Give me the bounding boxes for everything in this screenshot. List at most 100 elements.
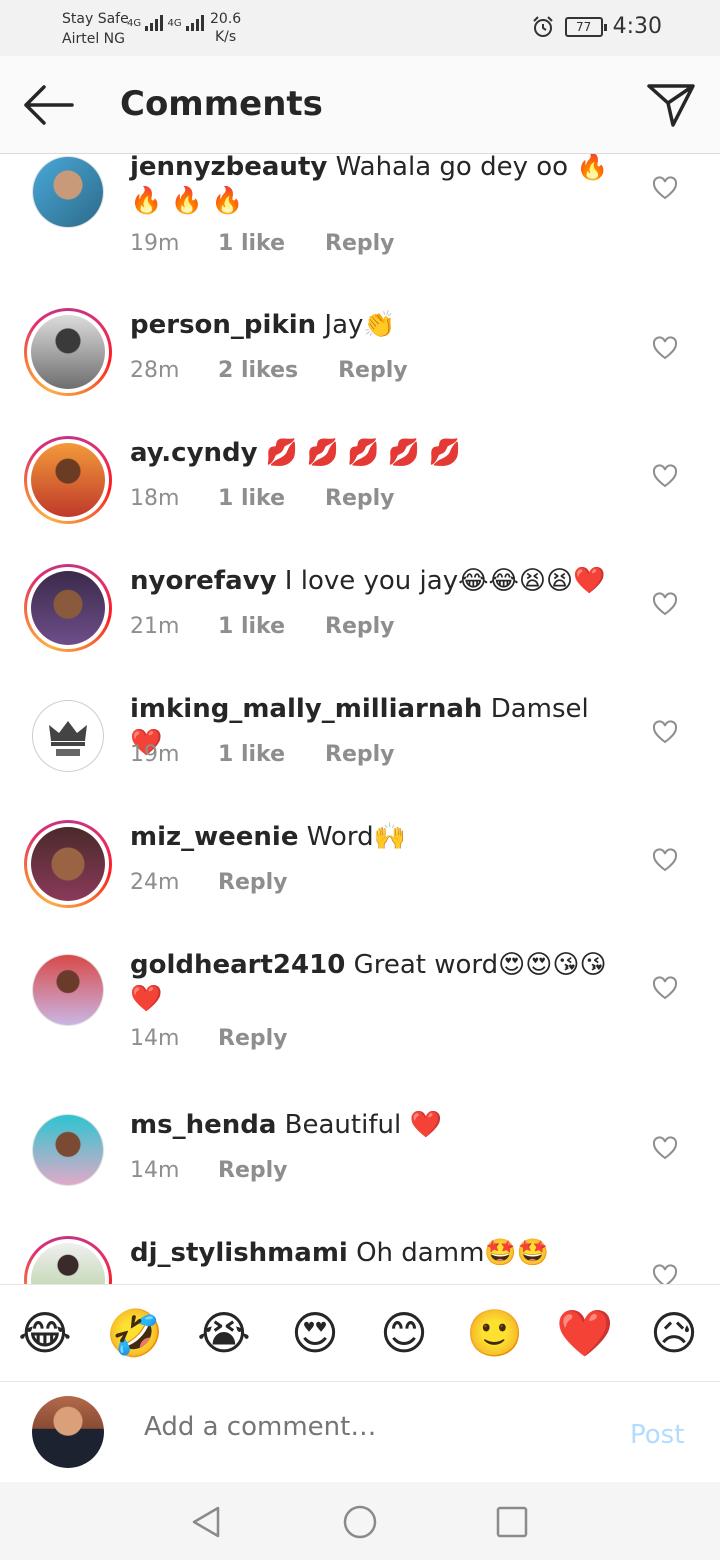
- status-bar: Stay Safe Airtel NG 4G 4G 20.6 K/s 77 4:…: [0, 0, 720, 56]
- reply-button[interactable]: Reply: [338, 358, 408, 383]
- reply-button[interactable]: Reply: [325, 486, 395, 511]
- reply-button[interactable]: Reply: [218, 1026, 288, 1051]
- comment-text: jennyzbeauty Wahala go dey oo 🔥 🔥 🔥 🔥: [130, 154, 610, 218]
- emoji-button[interactable]: 😊: [376, 1305, 432, 1361]
- like-heart-icon[interactable]: [652, 176, 678, 200]
- post-button[interactable]: Post: [630, 1420, 684, 1450]
- comment-time: 14m: [130, 1158, 180, 1183]
- emoji-button[interactable]: ❤️: [556, 1305, 613, 1361]
- comment-body: Oh damm🤩🤩: [356, 1238, 550, 1268]
- speed-unit: K/s: [214, 29, 237, 45]
- avatar[interactable]: [24, 436, 112, 524]
- comment-time: 24m: [130, 870, 180, 895]
- comment-meta: 21m 1 like Reply: [130, 614, 395, 639]
- comment-meta: 28m 2 likes Reply: [130, 358, 408, 383]
- carrier-line1: Stay Safe: [62, 11, 129, 27]
- reply-button[interactable]: Reply: [325, 742, 395, 767]
- reply-button[interactable]: Reply: [218, 1158, 288, 1183]
- reply-button[interactable]: Reply: [325, 231, 395, 256]
- reply-button[interactable]: Reply: [218, 870, 288, 895]
- comment-meta: 14m Reply: [130, 1026, 288, 1051]
- comment-username[interactable]: imking_mally_milliarnah: [130, 694, 482, 724]
- comment-likes[interactable]: 2 likes: [218, 358, 298, 383]
- comment-body: Beautiful ❤️: [284, 1110, 442, 1140]
- comment-meta: 14m Reply: [130, 1158, 288, 1183]
- comment-username[interactable]: miz_weenie: [130, 822, 298, 852]
- avatar[interactable]: [32, 954, 104, 1026]
- nav-back-icon[interactable]: [188, 1504, 224, 1540]
- avatar[interactable]: [32, 156, 104, 228]
- comment-meta: 19m 1 like Reply: [130, 231, 395, 256]
- comment-time: 19m: [130, 231, 180, 256]
- direct-message-icon[interactable]: [646, 82, 696, 128]
- emoji-button[interactable]: 😍: [287, 1305, 343, 1361]
- battery-icon: 77: [564, 16, 607, 37]
- avatar-image: [31, 827, 105, 901]
- comment-likes[interactable]: 1 like: [218, 486, 285, 511]
- signal-icon-2: [185, 15, 204, 31]
- nav-home-icon[interactable]: [342, 1504, 378, 1540]
- comment-text: miz_weenie Word🙌: [130, 820, 610, 854]
- comment-username[interactable]: nyorefavy: [130, 566, 277, 596]
- avatar[interactable]: [32, 700, 104, 772]
- emoji-button[interactable]: 🙂: [466, 1305, 523, 1361]
- emoji-button[interactable]: 🤣: [106, 1305, 163, 1361]
- avatar[interactable]: [24, 564, 112, 652]
- comment-username[interactable]: goldheart2410: [130, 950, 345, 980]
- comment-username[interactable]: dj_stylishmami: [130, 1238, 348, 1268]
- comment-likes[interactable]: 1 like: [218, 614, 285, 639]
- avatar[interactable]: [24, 1236, 112, 1284]
- emoji-button[interactable]: 😂: [17, 1305, 73, 1361]
- like-heart-icon[interactable]: [652, 976, 678, 1000]
- comments-list[interactable]: jennyzbeauty Wahala go dey oo 🔥 🔥 🔥 🔥 19…: [0, 154, 720, 1284]
- network-type-b: 4G: [167, 18, 182, 29]
- carrier-name: Airtel NG: [62, 31, 125, 47]
- comment-input[interactable]: [144, 1412, 594, 1442]
- speed-value: 20.6: [210, 11, 242, 27]
- comment-username[interactable]: ms_henda: [130, 1110, 276, 1140]
- system-nav-bar: [0, 1482, 720, 1560]
- like-heart-icon[interactable]: [652, 336, 678, 360]
- like-heart-icon[interactable]: [652, 848, 678, 872]
- header-bar: Comments: [0, 56, 720, 154]
- reply-button[interactable]: Reply: [325, 614, 395, 639]
- comment-text: ay.cyndy 💋 💋 💋 💋 💋: [130, 436, 610, 470]
- status-right: 77 4:30: [531, 14, 662, 39]
- signal-indicators: 4G 4G: [127, 14, 205, 32]
- like-heart-icon[interactable]: [652, 464, 678, 488]
- comment-text: ms_henda Beautiful ❤️: [130, 1108, 610, 1142]
- comment-likes[interactable]: 1 like: [218, 742, 285, 767]
- comment-text: nyorefavy I love you jay😂😂😫😫❤️: [130, 564, 610, 598]
- comment-likes[interactable]: 1 like: [218, 231, 285, 256]
- emoji-button[interactable]: 😭: [196, 1305, 252, 1361]
- comment-text: dj_stylishmami Oh damm🤩🤩: [130, 1236, 610, 1270]
- comment-meta: 18m 1 like Reply: [130, 486, 395, 511]
- signal-icon: [145, 15, 164, 31]
- nav-recents-icon[interactable]: [494, 1504, 530, 1540]
- like-heart-icon[interactable]: [652, 1264, 678, 1284]
- comment-body: 💋 💋 💋 💋 💋: [265, 438, 461, 468]
- clock: 4:30: [612, 14, 662, 39]
- comment-username[interactable]: person_pikin: [130, 310, 316, 340]
- comment-time: 21m: [130, 614, 180, 639]
- like-heart-icon[interactable]: [652, 720, 678, 744]
- comment-username[interactable]: ay.cyndy: [130, 438, 258, 468]
- current-user-avatar: [32, 1396, 104, 1468]
- comment-text: person_pikin Jay👏: [130, 308, 610, 342]
- comment-username[interactable]: jennyzbeauty: [130, 154, 327, 182]
- avatar-image: [31, 443, 105, 517]
- emoji-button[interactable]: 😥: [646, 1305, 702, 1361]
- network-speed: 20.6 K/s: [210, 10, 241, 46]
- like-heart-icon[interactable]: [652, 1136, 678, 1160]
- like-heart-icon[interactable]: [652, 592, 678, 616]
- comment-time: 14m: [130, 1026, 180, 1051]
- comment-body: Jay👏: [324, 310, 396, 340]
- avatar[interactable]: [24, 308, 112, 396]
- crown-logo: [49, 721, 87, 756]
- carrier-info: Stay Safe Airtel NG: [62, 9, 129, 49]
- back-arrow-icon[interactable]: [22, 84, 74, 126]
- avatar[interactable]: [32, 1114, 104, 1186]
- page-title: Comments: [120, 84, 323, 124]
- avatar[interactable]: [24, 820, 112, 908]
- emoji-quick-bar: 😂 🤣 😭 😍 😊 🙂 ❤️ 😥: [0, 1284, 720, 1382]
